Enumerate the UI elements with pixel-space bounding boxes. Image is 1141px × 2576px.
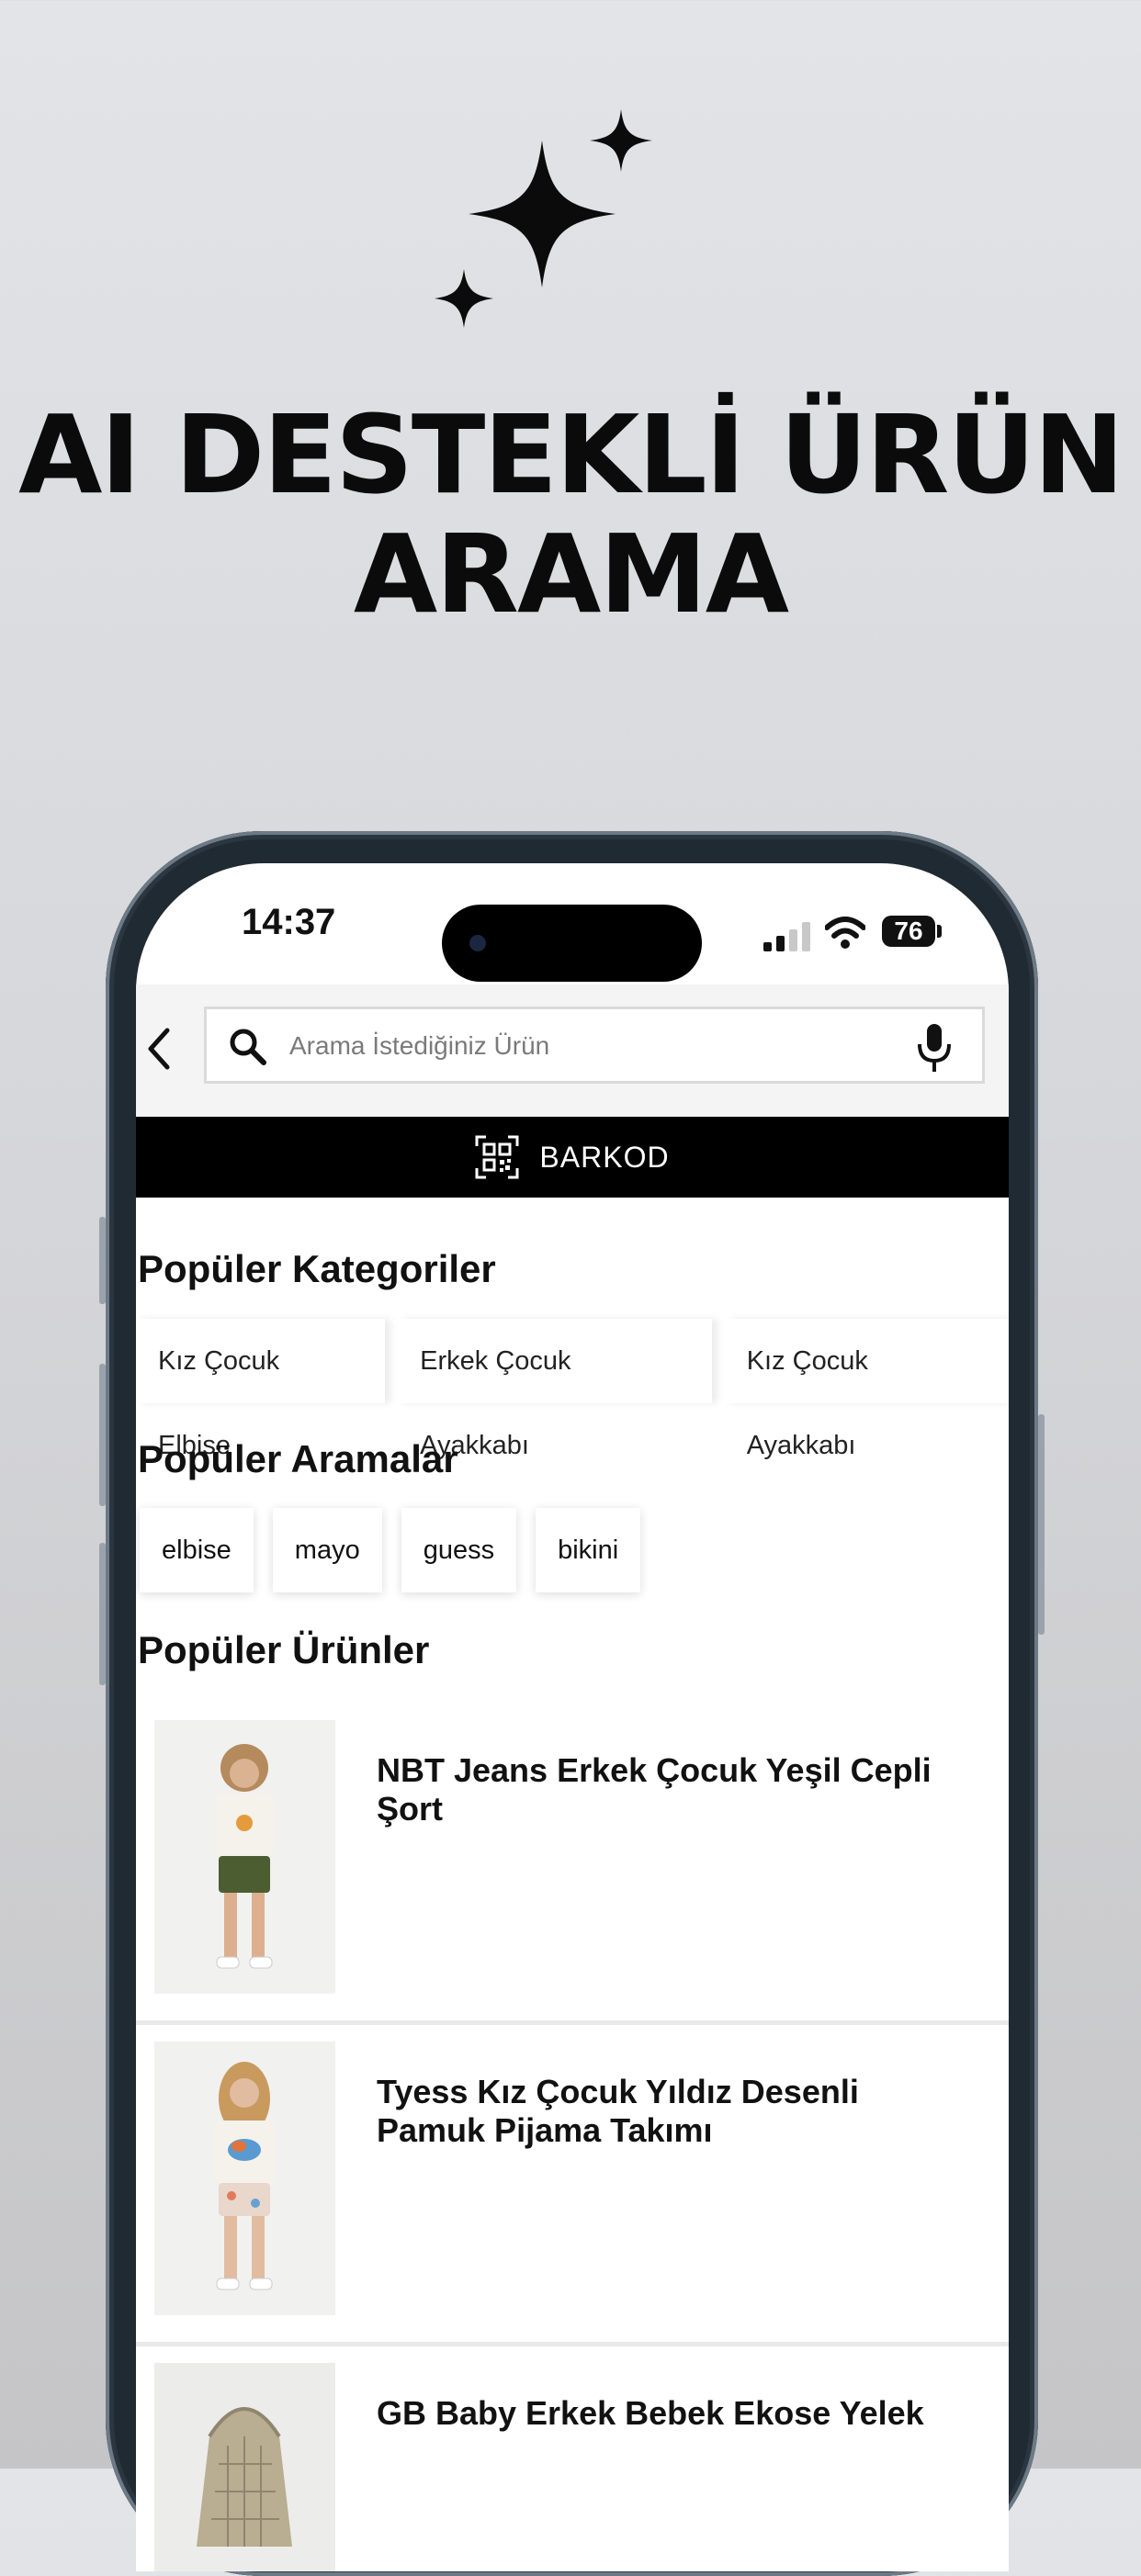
popular-products-title: Popüler Ürünler <box>138 1628 430 1671</box>
headline-line-2: ARAMA <box>353 511 789 637</box>
search-icon <box>230 1029 266 1065</box>
product-name: Tyess Kız Çocuk Yıldız Desenli Pamuk Pij… <box>377 2073 859 2149</box>
sparkles-icon <box>435 109 652 328</box>
battery-tip <box>937 925 942 938</box>
product-image <box>154 2042 335 2315</box>
qr-code-icon <box>475 1135 519 1179</box>
popular-categories-title: Popüler Kategoriler <box>138 1247 496 1290</box>
search-header <box>136 984 1009 1117</box>
product-row[interactable]: GB Baby Erkek Bebek Ekose Yelek <box>136 2346 1009 2571</box>
category-list: Kız Çocuk Elbise Erkek Çocuk Ayakkabı Kı… <box>136 1319 1009 1460</box>
battery-indicator: 76 <box>882 916 935 947</box>
wifi-icon <box>825 917 865 949</box>
side-button <box>99 1543 106 1685</box>
chevron-left-icon[interactable] <box>141 1023 178 1074</box>
search-tag[interactable]: mayo <box>272 1508 382 1592</box>
search-tag[interactable]: guess <box>401 1508 517 1592</box>
camera-icon <box>469 935 486 951</box>
signal-icon <box>763 922 810 951</box>
product-list: NBT Jeans Erkek Çocuk Yeşil Cepli Şort T… <box>136 1704 1009 2571</box>
microphone-icon[interactable] <box>914 1022 955 1074</box>
side-button <box>99 1217 106 1304</box>
category-chip[interactable]: Kız Çocuk Elbise <box>136 1319 386 1460</box>
barcode-button[interactable]: BARKOD <box>136 1117 1009 1198</box>
product-name: GB Baby Erkek Bebek Ekose Yelek <box>377 2394 924 2432</box>
category-chip[interactable]: Kız Çocuk Ayakkabı <box>724 1319 1009 1460</box>
product-row[interactable]: Tyess Kız Çocuk Yıldız Desenli Pamuk Pij… <box>136 2025 1009 2346</box>
search-screen: BARKOD Popüler Kategoriler Kız Çocuk Elb… <box>136 984 1009 2571</box>
headline-line-1: AI DESTEKLİ ÜRÜN <box>18 391 1124 518</box>
search-tag-list: elbise mayo guess bikini <box>140 1508 641 1592</box>
search-tag[interactable]: bikini <box>536 1508 641 1592</box>
product-image <box>154 1720 335 1994</box>
search-bar[interactable] <box>204 1007 985 1084</box>
product-image <box>154 2363 335 2571</box>
side-button <box>1038 1414 1045 1635</box>
side-button <box>99 1364 106 1506</box>
category-chip[interactable]: Erkek Çocuk Ayakkabı <box>398 1319 712 1460</box>
status-time: 14:37 <box>242 902 336 942</box>
search-input[interactable] <box>288 1009 888 1083</box>
phone-screen: 14:37 76 Arama İstediğiniz Ürün BARKOD P… <box>136 863 1009 2571</box>
popular-searches-title: Popüler Aramalar <box>138 1437 458 1480</box>
search-tag[interactable]: elbise <box>140 1508 254 1592</box>
product-row[interactable]: NBT Jeans Erkek Çocuk Yeşil Cepli Şort <box>136 1704 1009 2025</box>
product-name: NBT Jeans Erkek Çocuk Yeşil Cepli Şort <box>377 1751 932 1828</box>
barcode-label: BARKOD <box>539 1140 670 1174</box>
dynamic-island <box>442 905 702 982</box>
